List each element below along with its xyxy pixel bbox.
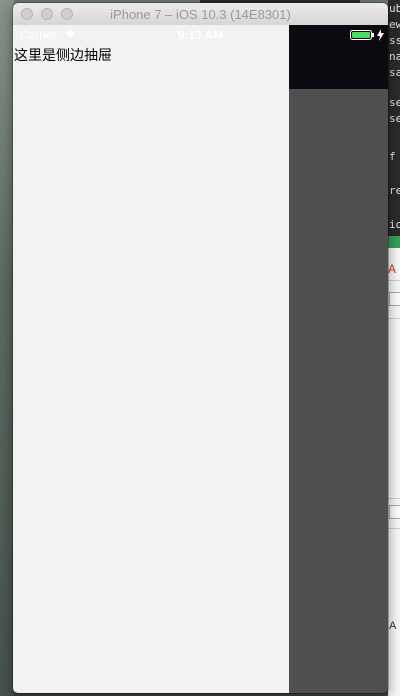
desktop-background: [0, 0, 14, 696]
background-editor-window: ub ew ss na sa se se f re io A A: [388, 0, 400, 696]
simulator-window[interactable]: iPhone 7 – iOS 10.3 (14E8301) 这里是侧边抽屉 Ca…: [13, 3, 388, 693]
battery-icon: [350, 30, 374, 40]
bolt-icon: [377, 29, 384, 41]
drawer-label: 这里是侧边抽屉: [14, 48, 112, 64]
side-drawer[interactable]: 这里是侧边抽屉: [13, 25, 289, 693]
device-screen[interactable]: 这里是侧边抽屉 Carrier 9:13 AM: [13, 25, 388, 693]
window-titlebar[interactable]: iPhone 7 – iOS 10.3 (14E8301): [13, 3, 388, 26]
window-title: iPhone 7 – iOS 10.3 (14E8301): [110, 7, 291, 22]
clock-time: 9:13 AM: [177, 28, 224, 42]
status-bar: Carrier 9:13 AM: [13, 25, 388, 45]
